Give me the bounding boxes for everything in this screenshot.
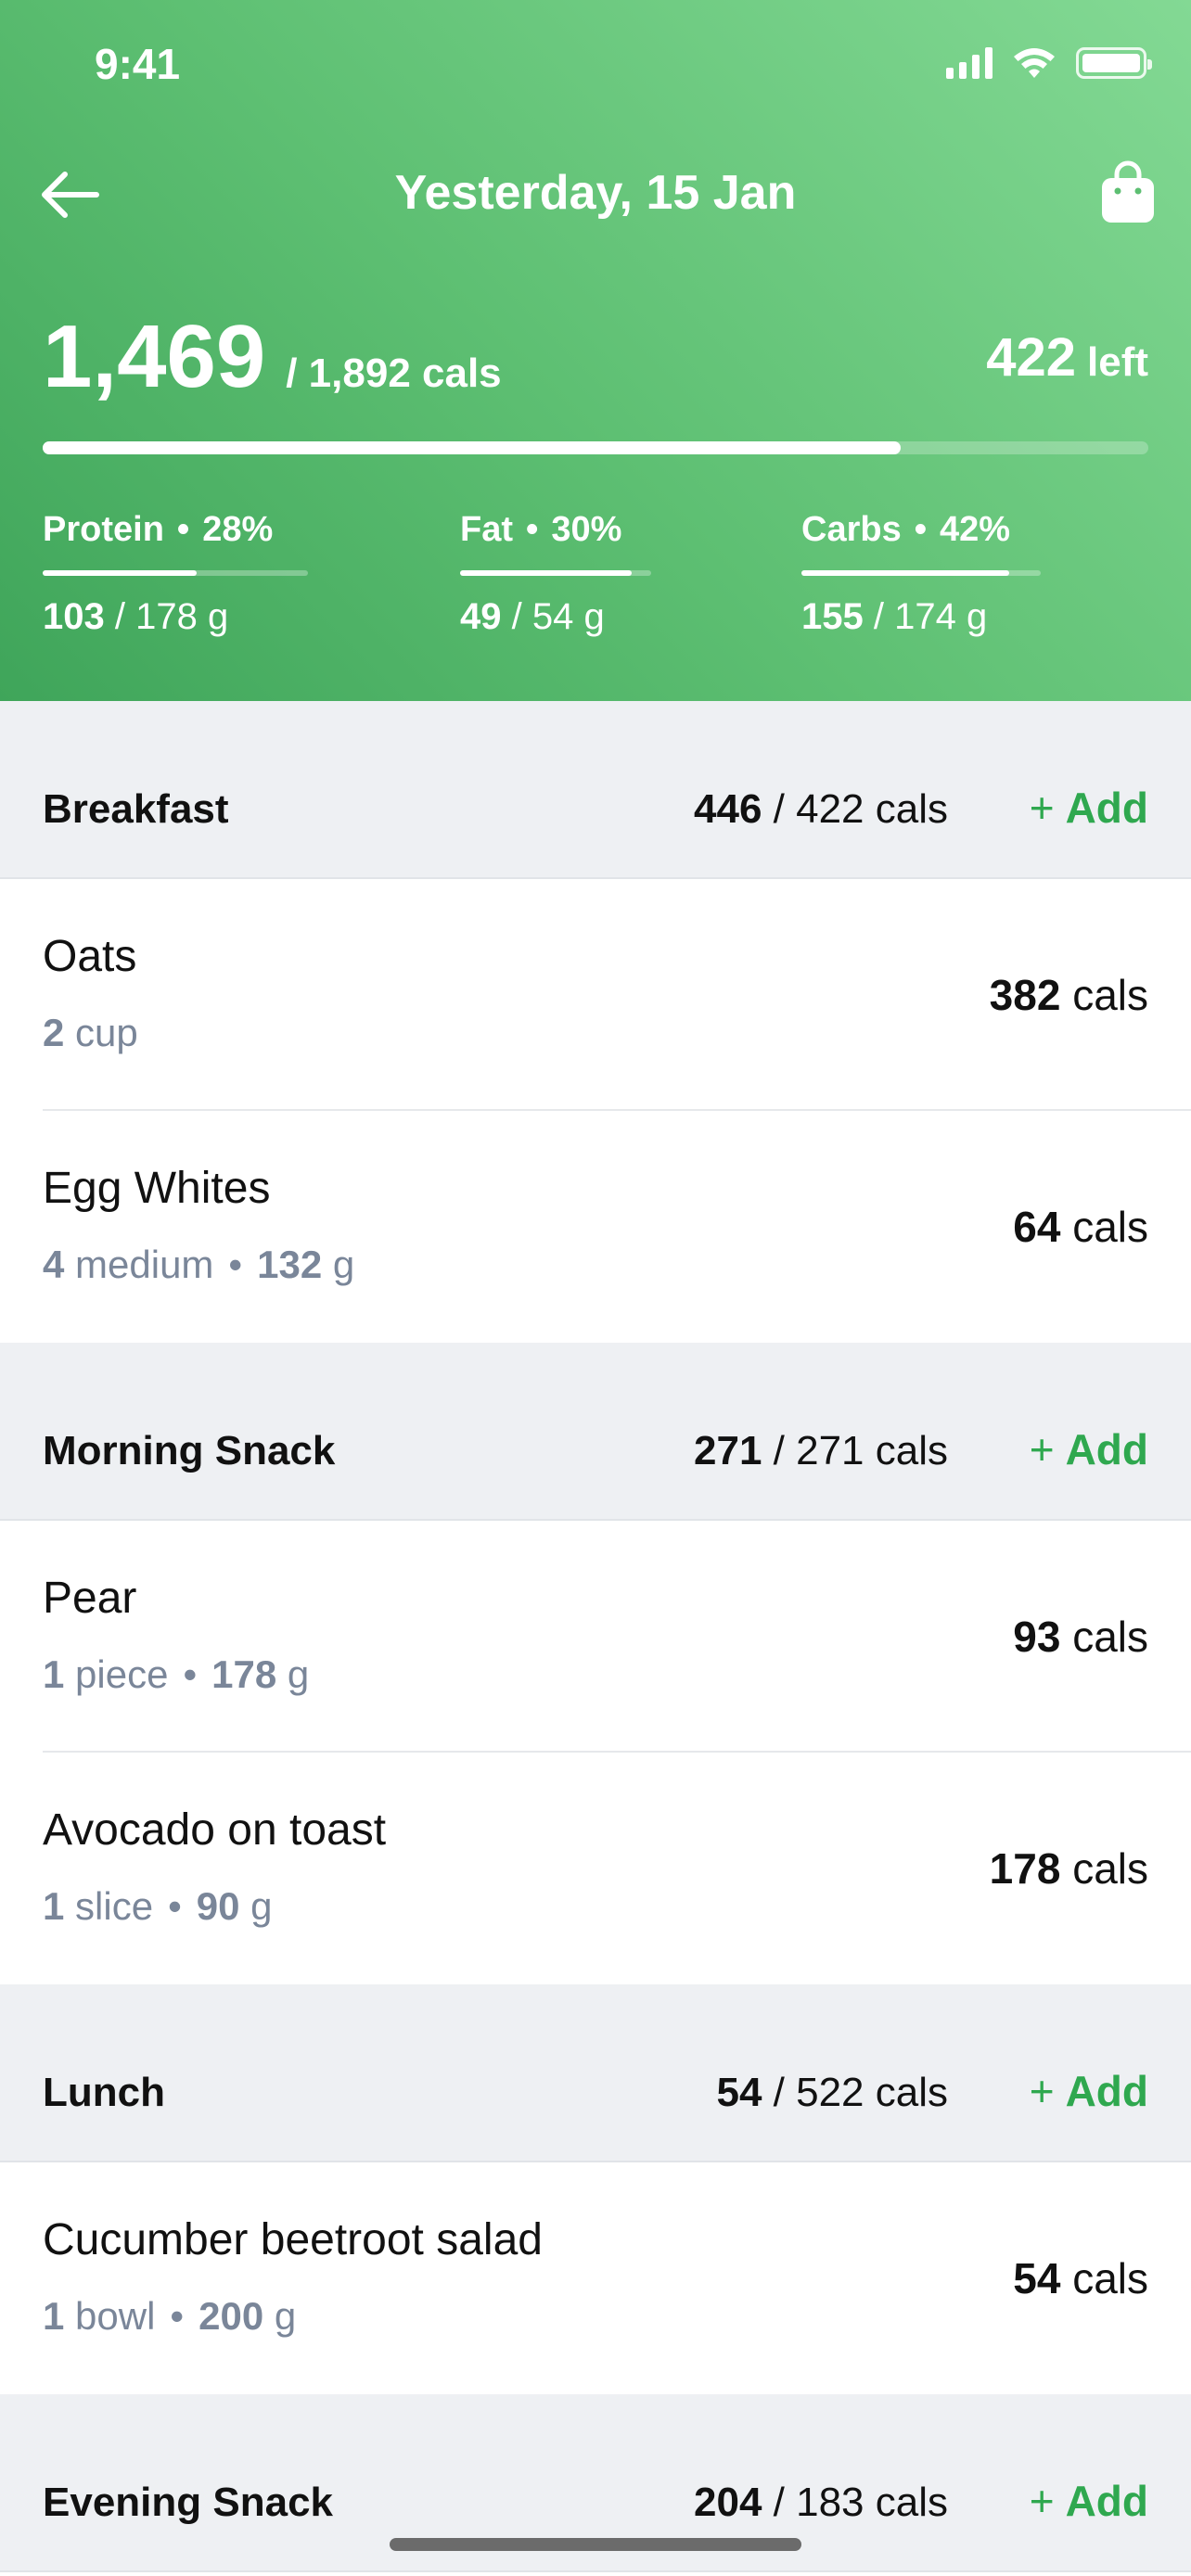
calories-goal: / 1,892 cals bbox=[286, 351, 502, 396]
plus-icon: + bbox=[1029, 2477, 1055, 2525]
food-item[interactable]: Egg Whites 4 medium • 132 g 64 cals bbox=[0, 1111, 1191, 1343]
food-name: Egg Whites bbox=[43, 1164, 271, 1213]
macro-progress-bar bbox=[460, 570, 651, 576]
add-morning-snack-button[interactable]: + Add bbox=[1030, 1424, 1148, 1474]
food-name: Avocado on toast bbox=[43, 1805, 387, 1855]
food-name: Oats bbox=[43, 932, 137, 981]
food-calories: 382 cals bbox=[989, 971, 1148, 1019]
food-calories: 54 cals bbox=[1013, 2254, 1148, 2302]
meal-header-breakfast: Breakfast 446 / 422 cals + Add bbox=[0, 701, 1191, 879]
meal-name: Evening Snack bbox=[43, 2480, 334, 2525]
summary-header: 9:41 Yesterday, 15 Jan 1,469 / 1,892 cals bbox=[0, 0, 1191, 701]
macro-target: / 54 g bbox=[511, 596, 605, 637]
macro-percent: 42% bbox=[940, 510, 1011, 549]
food-calories: 178 cals bbox=[989, 1844, 1148, 1893]
macro-name: Fat bbox=[460, 510, 513, 549]
shopping-bag-icon[interactable] bbox=[1098, 159, 1158, 224]
macro-carbs: Carbs • 42% 155 / 174 g bbox=[801, 510, 1041, 638]
meal-header-lunch: Lunch 54 / 522 cals + Add bbox=[0, 1984, 1191, 2162]
calories-eaten: 1,469 bbox=[43, 307, 266, 406]
food-serving: 1 bowl • 200 g bbox=[43, 2294, 297, 2338]
calories-left-value: 422 bbox=[986, 327, 1076, 388]
food-item[interactable]: Cucumber beetroot salad 1 bowl • 200 g 54 … bbox=[0, 2162, 1191, 2394]
food-calories: 64 cals bbox=[1013, 1203, 1148, 1251]
battery-icon bbox=[1076, 47, 1152, 79]
calorie-progress-fill bbox=[43, 441, 901, 454]
food-serving: 1 slice • 90 g bbox=[43, 1884, 273, 1928]
macro-percent: 28% bbox=[202, 510, 274, 549]
add-lunch-button[interactable]: + Add bbox=[1030, 2066, 1148, 2116]
meal-calories: 204 / 183 cals bbox=[694, 2480, 948, 2525]
food-item[interactable]: Avocado on toast 1 slice • 90 g 178 cals bbox=[0, 1753, 1191, 1984]
top-nav: Yesterday, 15 Jan bbox=[0, 158, 1191, 232]
food-name: Pear bbox=[43, 1574, 137, 1623]
macro-amount: 155 bbox=[801, 596, 864, 637]
macro-breakdown: Protein • 28% 103 / 178 g Fat • 30% 49 / 54 … bbox=[43, 510, 1148, 649]
home-indicator[interactable] bbox=[390, 2538, 801, 2551]
meal-calories: 54 / 522 cals bbox=[716, 2070, 948, 2115]
plus-icon: + bbox=[1029, 1425, 1055, 1473]
macro-progress-bar bbox=[801, 570, 1041, 576]
macro-name: Carbs bbox=[801, 510, 902, 549]
macro-name: Protein bbox=[43, 510, 164, 549]
wifi-icon bbox=[1014, 48, 1055, 78]
macro-protein: Protein • 28% 103 / 178 g bbox=[43, 510, 308, 638]
meal-name: Breakfast bbox=[43, 786, 229, 832]
calorie-progress-bar bbox=[43, 441, 1148, 454]
cellular-signal-icon bbox=[946, 47, 992, 79]
add-breakfast-button[interactable]: + Add bbox=[1030, 783, 1148, 833]
status-bar: 9:41 bbox=[0, 37, 1191, 93]
calorie-summary: 1,469 / 1,892 cals 422 left bbox=[43, 306, 1148, 406]
plus-icon: + bbox=[1029, 2067, 1055, 2115]
macro-amount: 103 bbox=[43, 596, 105, 637]
food-serving: 1 piece • 178 g bbox=[43, 1652, 310, 1696]
food-serving: 2 cup bbox=[43, 1011, 138, 1054]
meal-header-morning-snack: Morning Snack 271 / 271 cals + Add bbox=[0, 1343, 1191, 1521]
macro-percent: 30% bbox=[551, 510, 622, 549]
macro-fat: Fat • 30% 49 / 54 g bbox=[460, 510, 651, 638]
food-item[interactable]: Pear 1 piece • 178 g 93 cals bbox=[0, 1521, 1191, 1753]
meal-calories: 446 / 422 cals bbox=[694, 786, 948, 832]
food-serving: 4 medium • 132 g bbox=[43, 1243, 355, 1286]
plus-icon: + bbox=[1029, 784, 1055, 832]
macro-amount: 49 bbox=[460, 596, 502, 637]
food-item[interactable]: Oats 2 cup 382 cals bbox=[0, 879, 1191, 1111]
meal-calories: 271 / 271 cals bbox=[694, 1428, 948, 1473]
food-calories: 93 cals bbox=[1013, 1613, 1148, 1661]
macro-target: / 174 g bbox=[873, 596, 988, 637]
calories-left: 422 left bbox=[986, 326, 1148, 389]
status-time: 9:41 bbox=[95, 40, 181, 88]
add-evening-snack-button[interactable]: + Add bbox=[1030, 2476, 1148, 2526]
macro-progress-bar bbox=[43, 570, 308, 576]
status-icons bbox=[946, 46, 1152, 80]
meal-list: Breakfast 446 / 422 cals + Add Oats 2 cup… bbox=[0, 701, 1191, 2572]
calories-left-label: left bbox=[1087, 339, 1148, 385]
macro-target: / 178 g bbox=[114, 596, 229, 637]
meal-name: Lunch bbox=[43, 2070, 165, 2115]
meal-name: Morning Snack bbox=[43, 1428, 336, 1473]
food-name: Cucumber beetroot salad bbox=[43, 2215, 543, 2264]
date-title: Yesterday, 15 Jan bbox=[394, 166, 797, 220]
